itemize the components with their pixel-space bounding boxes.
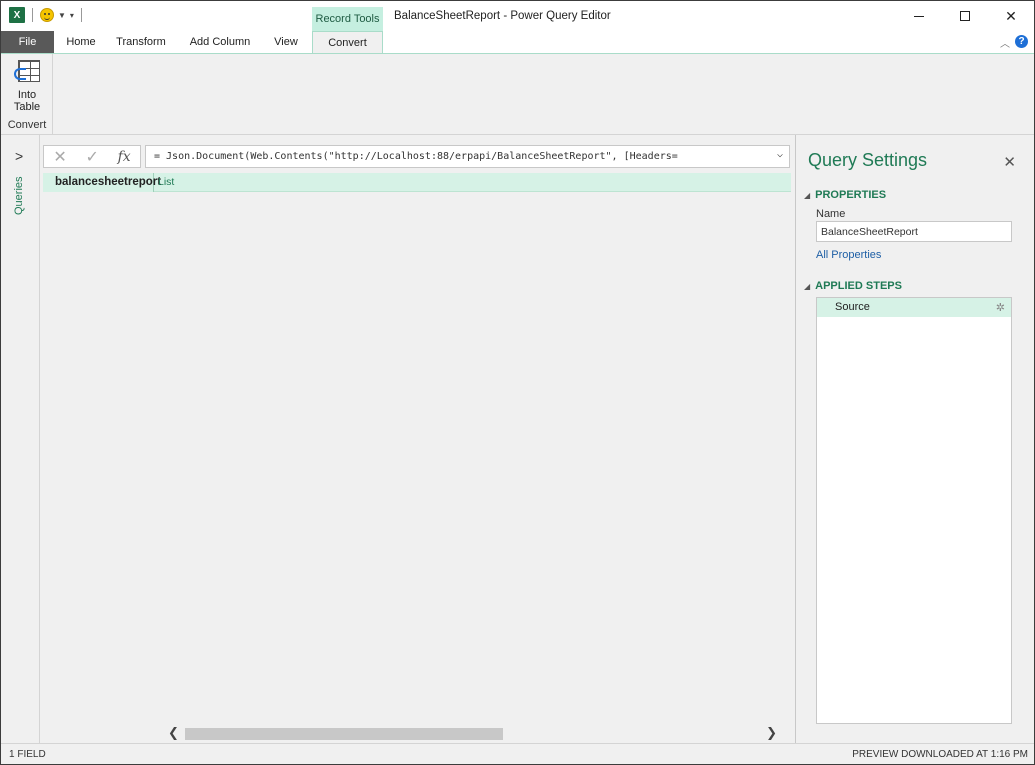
field-count: 1 FIELD — [9, 749, 46, 760]
chevron-down-icon[interactable]: ⌵ — [777, 149, 783, 160]
chevron-down-icon[interactable]: ▼ — [58, 11, 66, 20]
close-button[interactable]: ✕ — [988, 1, 1034, 31]
ribbon-group-label: Convert — [7, 119, 47, 131]
horizontal-scrollbar[interactable]: ❮ ❯ — [155, 725, 790, 742]
tab-home[interactable]: Home — [63, 31, 99, 53]
query-name-input[interactable]: BalanceSheetReport — [816, 221, 1012, 242]
ribbon-body: Into Table Convert — [1, 53, 1034, 135]
minimize-icon — [914, 15, 924, 17]
list-item[interactable]: Source ✲ — [817, 298, 1011, 317]
queries-pane-label[interactable]: Queries — [13, 175, 25, 215]
close-icon: ✕ — [1005, 7, 1017, 24]
scrollbar-thumb[interactable] — [185, 728, 503, 740]
status-bar: 1 FIELD PREVIEW DOWNLOADED AT 1:16 PM — [1, 743, 1034, 764]
all-properties-link[interactable]: All Properties — [816, 249, 881, 261]
into-table-label: Into Table — [13, 89, 41, 113]
scroll-right-icon[interactable]: ❯ — [766, 725, 777, 741]
properties-heading[interactable]: ◢ PROPERTIES — [804, 189, 886, 201]
ribbon-tabs: File Home Transform Add Column View Conv… — [1, 31, 1034, 54]
applied-steps-list: Source ✲ — [816, 297, 1012, 724]
collapse-triangle-icon: ◢ — [804, 191, 811, 200]
fx-icon[interactable]: fx — [118, 149, 131, 165]
applied-steps-heading[interactable]: ◢ APPLIED STEPS — [804, 280, 902, 292]
minimize-button[interactable] — [896, 1, 942, 31]
title-bar: X ▼ ▾ Record Tools BalanceSheetReport - … — [1, 1, 1034, 31]
window-title: BalanceSheetReport - Power Query Editor — [394, 10, 611, 22]
close-icon[interactable]: ✕ — [1003, 153, 1016, 171]
list-value-link[interactable]: List — [158, 176, 174, 188]
formula-buttons: ✕ ✓ fx — [43, 145, 141, 168]
smiley-feedback-icon[interactable] — [40, 8, 54, 22]
gear-icon[interactable]: ✲ — [996, 301, 1005, 314]
tab-add-column[interactable]: Add Column — [186, 31, 254, 53]
expand-queries-icon[interactable]: > — [15, 148, 23, 164]
maximize-button[interactable] — [942, 1, 988, 31]
tab-view[interactable]: View — [269, 31, 303, 53]
table-row[interactable]: balancesheetreport List — [43, 173, 791, 192]
main-area: ✕ ✓ fx = Json.Document(Web.Contents("htt… — [40, 135, 795, 743]
qat-separator — [32, 8, 33, 22]
cancel-formula-icon[interactable]: ✕ — [53, 147, 66, 167]
formula-input[interactable]: = Json.Document(Web.Contents("http://Loc… — [145, 145, 790, 168]
tab-convert[interactable]: Convert — [312, 31, 383, 54]
maximize-icon — [960, 11, 970, 21]
query-settings-pane: Query Settings ✕ ◢ PROPERTIES Name Balanc… — [795, 135, 1034, 743]
qat-separator — [80, 8, 82, 22]
data-grid: balancesheetreport List — [43, 173, 791, 727]
formula-text: = Json.Document(Web.Contents("http://Loc… — [154, 151, 678, 162]
commit-formula-icon[interactable]: ✓ — [85, 147, 98, 167]
collapse-ribbon-icon[interactable]: ︿ — [1000, 35, 1010, 50]
into-table-icon — [14, 58, 40, 86]
excel-icon[interactable]: X — [9, 7, 25, 23]
into-table-button[interactable]: Into Table — [6, 58, 48, 118]
window-controls: ✕ — [896, 1, 1034, 31]
query-settings-title: Query Settings — [808, 150, 928, 170]
name-label: Name — [816, 208, 846, 220]
preview-status: PREVIEW DOWNLOADED AT 1:16 PM — [852, 749, 1028, 760]
record-tools-context-label: Record Tools — [312, 7, 383, 31]
power-query-window: X ▼ ▾ Record Tools BalanceSheetReport - … — [0, 0, 1035, 765]
ribbon-group-convert: Into Table Convert — [1, 54, 53, 134]
collapse-triangle-icon: ◢ — [804, 282, 811, 291]
step-label: Source — [835, 301, 870, 313]
column-header[interactable]: balancesheetreport — [43, 173, 161, 192]
help-icon[interactable]: ? — [1015, 35, 1028, 48]
tab-file[interactable]: File — [1, 31, 54, 53]
scroll-left-icon[interactable]: ❮ — [168, 725, 179, 741]
tab-transform[interactable]: Transform — [113, 31, 169, 53]
customize-qat-icon[interactable]: ▾ — [70, 11, 74, 20]
queries-pane: > Queries — [1, 135, 40, 743]
quick-access-toolbar: X ▼ ▾ — [9, 7, 85, 23]
